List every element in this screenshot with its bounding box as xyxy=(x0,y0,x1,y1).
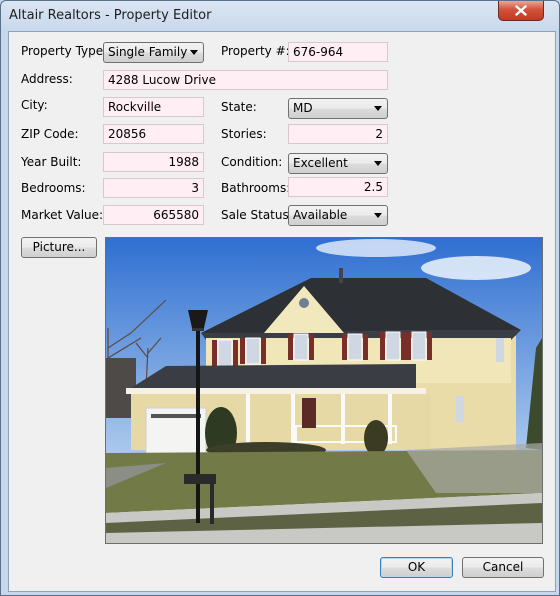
window-title: Altair Realtors - Property Editor xyxy=(9,8,212,23)
sale-status-value: Available xyxy=(293,208,348,222)
state-select[interactable]: MD xyxy=(288,98,388,119)
sale-status-label: Sale Status: xyxy=(221,208,293,222)
bathrooms-field[interactable]: 2.5 xyxy=(288,177,388,197)
city-field[interactable]: Rockville xyxy=(103,97,204,117)
market-value-label: Market Value: xyxy=(21,208,104,222)
dialog-window: Altair Realtors - Property Editor Proper… xyxy=(0,0,560,596)
state-value: MD xyxy=(293,101,313,115)
ok-button[interactable]: OK xyxy=(380,557,453,578)
year-built-label: Year Built: xyxy=(21,155,82,169)
chevron-down-icon xyxy=(190,50,198,55)
bathrooms-label: Bathrooms: xyxy=(221,181,291,195)
condition-label: Condition: xyxy=(221,155,283,169)
title-bar[interactable]: Altair Realtors - Property Editor xyxy=(1,1,559,31)
condition-value: Excellent xyxy=(293,156,348,170)
property-number-label: Property #: xyxy=(221,44,290,58)
condition-select[interactable]: Excellent xyxy=(288,153,388,174)
chevron-down-icon xyxy=(374,161,382,166)
sale-status-select[interactable]: Available xyxy=(288,205,388,226)
property-photo xyxy=(105,237,543,544)
bedrooms-field[interactable]: 3 xyxy=(103,178,204,198)
chevron-down-icon xyxy=(374,213,382,218)
property-type-label: Property Type: xyxy=(21,44,108,58)
zip-code-field[interactable]: 20856 xyxy=(103,124,204,144)
cancel-button[interactable]: Cancel xyxy=(462,557,544,578)
property-number-field[interactable]: 676-964 xyxy=(288,42,388,62)
stories-field[interactable]: 2 xyxy=(288,124,388,144)
city-label: City: xyxy=(21,98,48,112)
close-button[interactable] xyxy=(498,1,544,21)
bedrooms-label: Bedrooms: xyxy=(21,181,86,195)
chevron-down-icon xyxy=(374,106,382,111)
state-label: State: xyxy=(221,100,257,114)
dialog-body: Property Type: Single Family Property #:… xyxy=(8,31,556,592)
stories-label: Stories: xyxy=(221,127,267,141)
close-icon xyxy=(515,5,527,16)
market-value-field[interactable]: 665580 xyxy=(103,205,204,225)
property-type-select[interactable]: Single Family xyxy=(103,42,204,63)
address-label: Address: xyxy=(21,72,73,86)
address-field[interactable]: 4288 Lucow Drive xyxy=(103,70,388,90)
property-type-value: Single Family xyxy=(108,45,188,59)
picture-button[interactable]: Picture... xyxy=(21,237,97,258)
year-built-field[interactable]: 1988 xyxy=(103,152,204,172)
zip-code-label: ZIP Code: xyxy=(21,127,79,141)
